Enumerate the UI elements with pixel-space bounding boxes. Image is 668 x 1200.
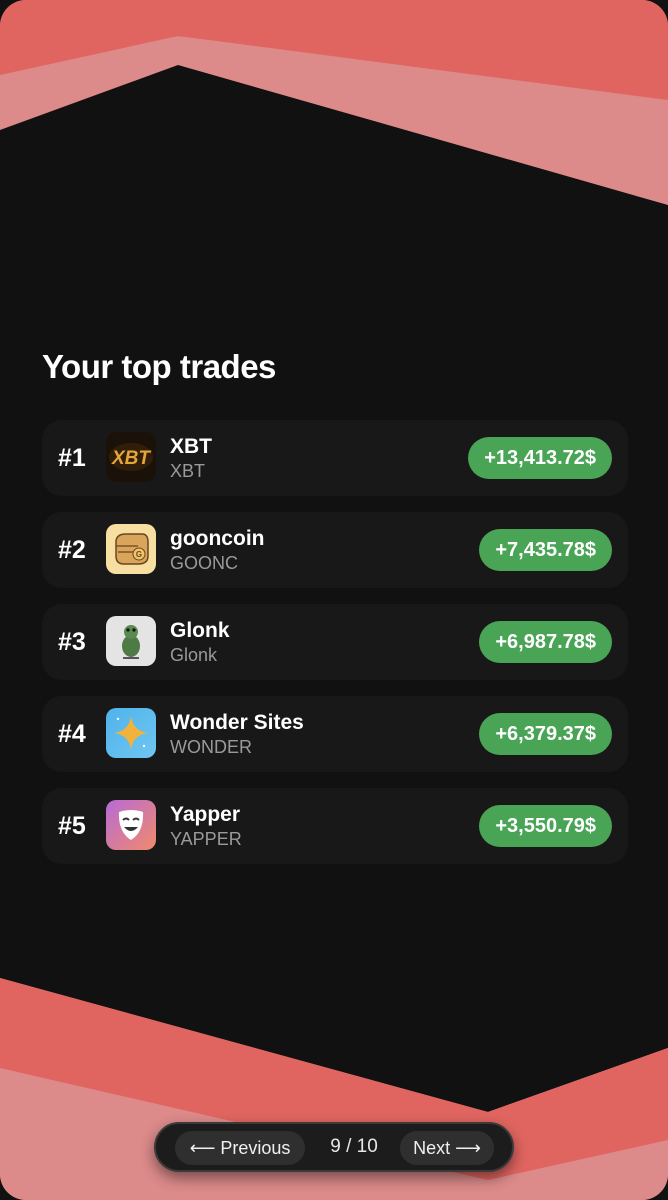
page-indicator: 9 / 10 [330,1136,378,1157]
trade-rank: #3 [58,628,86,656]
trade-rank: #4 [58,720,86,748]
xbt-logo-icon: XBT [106,432,156,482]
trade-row[interactable]: #3 Glonk Glonk +6,987.78$ [42,604,628,680]
coin-names: XBT XBT [170,434,212,482]
trade-rank: #1 [58,444,86,472]
top-trades-list: #1 XBT XBT XBT +13,413.72$ #2 G gooncoin… [42,420,628,880]
pnl-badge: +6,987.78$ [479,621,612,663]
gooncoin-fist-icon: G [106,524,156,574]
coin-symbol: XBT [170,461,206,481]
page-title: Your top trades [42,348,276,385]
pnl-badge: +6,379.37$ [479,713,612,755]
pnl-badge: +7,435.78$ [479,529,612,571]
coin-name: Yapper [170,803,241,826]
coin-names: Yapper YAPPER [170,802,242,850]
trade-rank: #5 [58,812,86,840]
coin-symbol: Glonk [170,645,218,665]
coin-symbol: GOONC [170,553,239,573]
coin-names: gooncoin GOONC [170,526,264,574]
trade-row[interactable]: #1 XBT XBT XBT +13,413.72$ [42,420,628,496]
xbt-logo-text: XBT [111,448,151,469]
coin-symbol: WONDER [170,737,252,757]
coin-names: Wonder Sites WONDER [170,710,304,758]
previous-button[interactable]: ⟵ Previous [175,1131,305,1165]
coin-name: Wonder Sites [170,711,304,734]
pagination-bar: ⟵ Previous 9 / 10 Next ⟶ [154,1122,514,1172]
coin-name: XBT [170,435,212,458]
pnl-badge: +3,550.79$ [479,805,612,847]
coin-name: gooncoin [170,527,265,550]
trade-row[interactable]: #5 Yapper YAPPER +3,550.79$ [42,788,628,864]
trade-row[interactable]: #2 G gooncoin GOONC +7,435.78$ [42,512,628,588]
glonk-frog-icon [106,616,156,666]
trade-row[interactable]: #4 Wonder Sites WONDER +6,379.37$ [42,696,628,772]
wonder-sparkle-icon [106,708,156,758]
pnl-badge: +13,413.72$ [468,437,612,479]
yapper-mask-icon [106,800,156,850]
gooncoin-logo-text: G [136,550,142,559]
coin-name: Glonk [170,619,230,642]
next-button[interactable]: Next ⟶ [400,1131,494,1165]
trade-rank: #2 [58,536,86,564]
coin-symbol: YAPPER [170,829,242,849]
coin-names: Glonk Glonk [170,618,230,666]
